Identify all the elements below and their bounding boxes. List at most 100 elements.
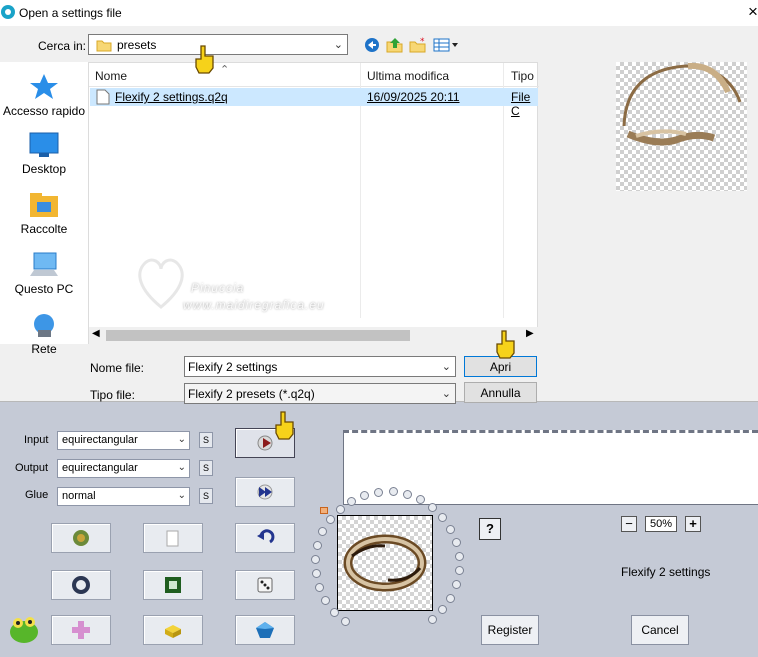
place-label: Desktop (21, 162, 67, 176)
column-type[interactable]: Tipo (511, 69, 534, 83)
chevron-down-icon: ⌄ (177, 434, 186, 445)
place-label: Rete (31, 342, 57, 356)
dial-dot[interactable] (374, 487, 384, 497)
file-icon (96, 89, 110, 105)
forward-preview-button[interactable] (235, 477, 295, 507)
settings-name-label: Flexify 2 settings (621, 565, 711, 579)
up-folder-button[interactable] (386, 36, 404, 54)
output-s-button[interactable]: S (199, 460, 213, 476)
file-type-select-value: Flexify 2 presets (*.q2q) (188, 386, 315, 401)
pointing-hand-icon (496, 330, 515, 359)
dial-dot[interactable] (428, 502, 438, 512)
file-row[interactable]: Flexify 2 settings.q2q 16/09/2025 20:11 … (90, 88, 538, 118)
watermark-url: www.maidiregrafica.eu (183, 298, 325, 312)
desktop-icon (29, 132, 59, 157)
dial-dot[interactable] (402, 489, 412, 499)
dial-dot[interactable] (329, 607, 339, 617)
column-name[interactable]: Nome (95, 69, 127, 83)
dial-dot[interactable] (313, 540, 323, 550)
chevron-down-icon: ⌄ (441, 388, 451, 400)
dial-dot[interactable] (446, 524, 456, 534)
plugin-cancel-button[interactable]: Cancel (631, 615, 689, 645)
turtle-icon (73, 530, 89, 546)
zoom-in-button[interactable]: + (685, 516, 701, 532)
glue-s-button[interactable]: S (199, 488, 213, 504)
new-folder-button[interactable]: * (409, 36, 427, 54)
dial-dot[interactable] (311, 555, 321, 565)
place-this-pc[interactable]: Questo PC (0, 252, 94, 296)
scroll-right-icon[interactable]: ▶ (526, 328, 534, 339)
file-type-label: Tipo file: (90, 388, 135, 402)
frame-icon (165, 577, 181, 593)
dialog-cancel-button[interactable]: Annulla (464, 382, 537, 403)
dial-dot[interactable] (325, 515, 335, 525)
place-desktop[interactable]: Desktop (0, 132, 94, 176)
glue-select[interactable]: normal ⌄ (57, 487, 190, 506)
zoom-level[interactable]: 50% (645, 516, 677, 532)
view-grid-icon (433, 38, 458, 52)
dial-dot[interactable] (318, 527, 328, 537)
dial-dot[interactable] (438, 605, 448, 615)
tool-button-gem[interactable] (235, 615, 295, 645)
register-button[interactable]: Register (481, 615, 539, 645)
dial-dot[interactable] (388, 487, 398, 497)
place-libraries[interactable]: Raccolte (0, 192, 94, 236)
tool-button-cross[interactable] (51, 615, 111, 645)
dial-dot[interactable] (454, 552, 464, 562)
undo-icon (257, 529, 275, 544)
dial-dot[interactable] (451, 580, 461, 590)
dial-dot[interactable] (446, 593, 456, 603)
back-button[interactable] (363, 36, 381, 54)
library-folder-icon (30, 193, 58, 217)
dice-icon (257, 577, 273, 593)
look-in-combo[interactable]: presets ⌄ (88, 34, 348, 55)
close-button[interactable]: × (748, 2, 758, 22)
column-modified[interactable]: Ultima modifica (367, 69, 449, 83)
dial-dot[interactable] (451, 537, 461, 547)
frog-logo-icon (10, 617, 38, 643)
dial-dot[interactable] (438, 512, 448, 522)
computer-icon (30, 252, 58, 276)
view-menu-button[interactable] (432, 36, 460, 54)
place-network[interactable]: Rete (0, 312, 94, 356)
tool-button-brick[interactable] (143, 615, 203, 645)
dial-dot[interactable] (335, 504, 345, 514)
output-select-value: equirectangular (62, 462, 138, 474)
output-label: Output (15, 462, 49, 474)
dial-dot[interactable] (311, 569, 321, 579)
input-select-value: equirectangular (62, 434, 138, 446)
input-s-button[interactable]: S (199, 432, 213, 448)
file-name-input[interactable]: Flexify 2 settings ⌄ (184, 356, 456, 377)
tool-button-ring[interactable] (51, 570, 111, 600)
ring-preview-image (343, 534, 427, 592)
tool-button-frame[interactable] (143, 570, 203, 600)
place-quick-access[interactable]: Accesso rapido (0, 72, 94, 118)
dial-dot[interactable] (347, 496, 357, 506)
open-button[interactable]: Apri (464, 356, 537, 377)
file-list-header (89, 63, 539, 87)
dial-dot[interactable] (360, 490, 370, 500)
file-list: Nome ⌃ Ultima modifica Tipo Flexify 2 se… (88, 62, 539, 344)
horizontal-scrollbar[interactable]: ◀ ▶ (89, 327, 538, 344)
dial-dot[interactable] (454, 566, 464, 576)
file-name: Flexify 2 settings.q2q (115, 90, 228, 104)
copy-icon (166, 530, 179, 547)
file-type-select[interactable]: Flexify 2 presets (*.q2q) ⌄ (184, 383, 456, 404)
tool-button-random[interactable] (235, 570, 295, 600)
dial-dot[interactable] (321, 596, 331, 606)
tool-button-copy[interactable] (143, 523, 203, 553)
input-select[interactable]: equirectangular ⌄ (57, 431, 190, 450)
app-icon (1, 5, 15, 19)
tool-button-turtle[interactable] (51, 523, 111, 553)
zoom-out-button[interactable]: − (621, 516, 637, 532)
output-select[interactable]: equirectangular ⌄ (57, 459, 190, 478)
up-folder-icon (386, 38, 403, 53)
help-button[interactable]: ? (479, 518, 501, 540)
dial-dot[interactable] (315, 583, 325, 593)
tool-button-undo[interactable] (235, 523, 295, 553)
glue-select-value: normal (62, 490, 96, 502)
dial-dot[interactable] (340, 617, 350, 627)
scroll-left-icon[interactable]: ◀ (92, 328, 100, 339)
dial-dot[interactable] (427, 615, 437, 625)
scrollbar-thumb[interactable] (106, 330, 410, 341)
